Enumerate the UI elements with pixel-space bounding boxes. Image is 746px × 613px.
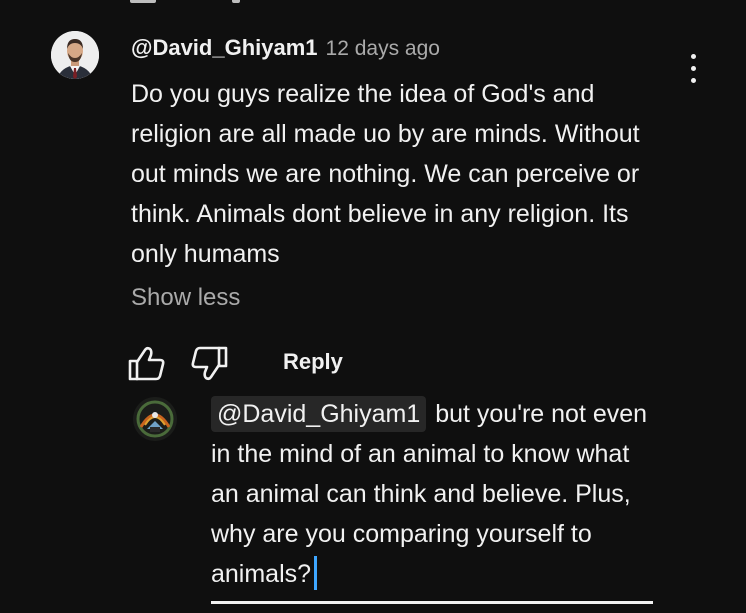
- comment-header: @David_Ghiyam1 12 days ago: [131, 35, 440, 63]
- reply-button[interactable]: Reply: [283, 349, 343, 375]
- text-caret: [314, 556, 318, 590]
- previous-comment-fragment: [130, 0, 156, 3]
- mention-chip[interactable]: @David_Ghiyam1: [211, 396, 427, 432]
- show-less-button[interactable]: Show less: [131, 284, 240, 312]
- previous-comment-fragment: [232, 0, 240, 3]
- input-underline: [211, 601, 653, 604]
- reply-input[interactable]: @David_Ghiyam1 but you're not even in th…: [211, 394, 653, 604]
- more-vert-icon[interactable]: [681, 54, 705, 88]
- author-name[interactable]: @David_Ghiyam1: [131, 35, 318, 60]
- comment-body: Do you guys realize the idea of God's an…: [131, 80, 640, 268]
- thumb-up-icon[interactable]: [127, 343, 167, 383]
- thumb-down-icon[interactable]: [189, 345, 229, 385]
- avatar: [133, 397, 177, 441]
- avatar[interactable]: [51, 31, 99, 79]
- comment-timestamp[interactable]: 12 days ago: [326, 37, 440, 60]
